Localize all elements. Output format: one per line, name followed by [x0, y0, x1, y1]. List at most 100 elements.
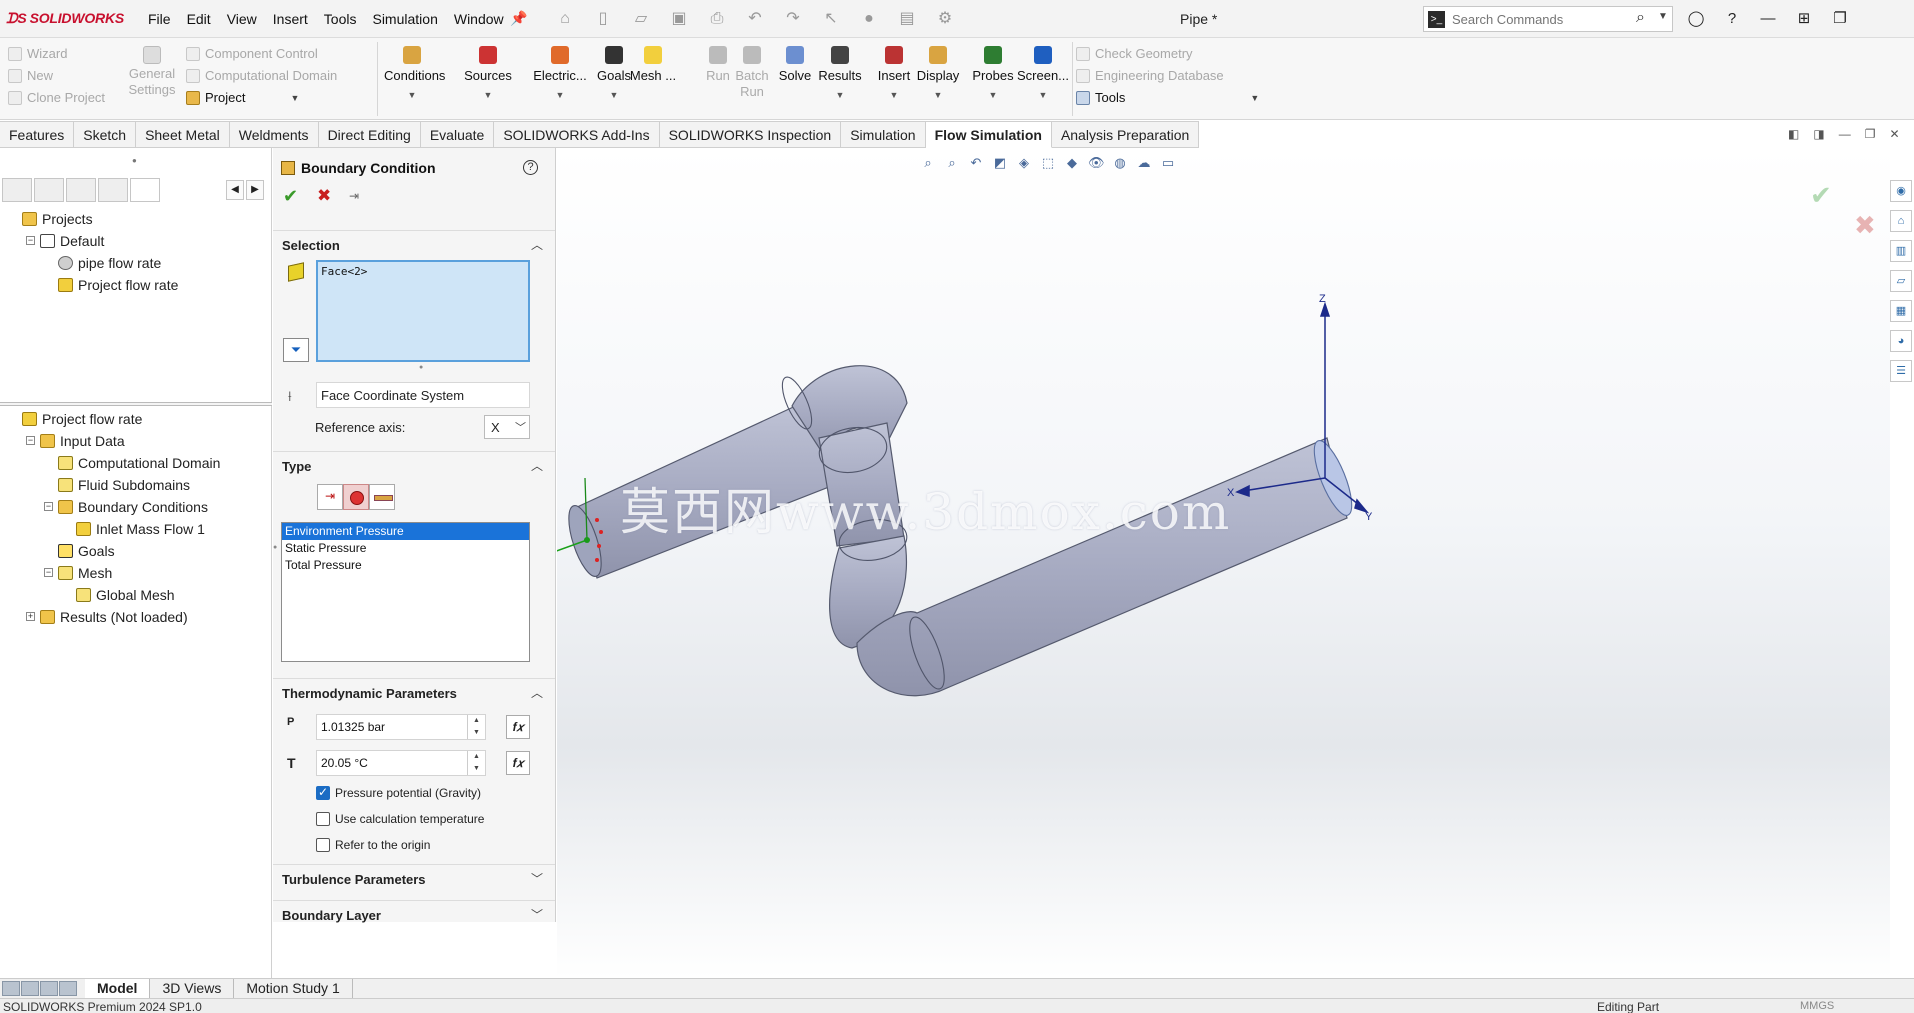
- minimize-icon[interactable]: —: [1757, 8, 1779, 30]
- checkbox-refer-to-the-origin[interactable]: [316, 838, 330, 852]
- undo-icon[interactable]: ↶: [740, 8, 770, 30]
- reference-axis-select[interactable]: X ﹀: [484, 415, 530, 439]
- collapse-icon[interactable]: −: [44, 502, 53, 511]
- pipe-model[interactable]: Z X Y: [557, 148, 1890, 978]
- turbulence-section-header[interactable]: Turbulence Parameters ﹀: [273, 864, 555, 890]
- tab-sketch[interactable]: Sketch: [74, 121, 137, 148]
- pin-icon[interactable]: ⇥: [349, 189, 359, 203]
- menu-pin-icon[interactable]: 📌: [510, 10, 527, 27]
- select-icon[interactable]: ↖: [816, 8, 846, 30]
- help-icon[interactable]: ?: [523, 160, 538, 175]
- tab-flow-simulation[interactable]: Flow Simulation: [925, 121, 1052, 148]
- tree-item-projects[interactable]: Projects: [0, 208, 272, 230]
- display-command[interactable]: Display ▼: [910, 46, 966, 100]
- collapse-icon[interactable]: −: [44, 568, 53, 577]
- selected-face-item[interactable]: Face<2>: [321, 265, 367, 278]
- pressure-function-button[interactable]: f𝑥: [506, 715, 530, 739]
- solidworks-logo[interactable]: ᗪS SOLIDWORKS: [6, 10, 124, 27]
- panel-resize-grip[interactable]: ●: [273, 544, 277, 551]
- dimxpert-tab-icon[interactable]: [98, 178, 128, 202]
- chevron-down-icon[interactable]: ▼: [384, 90, 440, 100]
- chevron-down-icon[interactable]: ▼: [910, 90, 966, 100]
- probes-command[interactable]: Probes ▼: [965, 46, 1021, 100]
- close-icon[interactable]: ✕: [1889, 127, 1899, 141]
- chevron-down-icon[interactable]: ▼: [1658, 11, 1668, 22]
- faces-selection-box[interactable]: Face<2>: [316, 260, 530, 362]
- open-icon[interactable]: ▱: [626, 8, 656, 30]
- tree-item-fluid-subdomains[interactable]: Fluid Subdomains: [0, 474, 272, 496]
- tab-sheet-metal[interactable]: Sheet Metal: [136, 121, 230, 148]
- solidworks-resources-icon[interactable]: ◉: [1890, 180, 1912, 202]
- tree-item-boundary-conditions[interactable]: − Boundary Conditions: [0, 496, 272, 518]
- pressure-input[interactable]: 1.01325 bar ▲ ▼: [316, 714, 486, 740]
- confirm-corner-cancel-icon[interactable]: ✖: [1854, 210, 1876, 241]
- first-tab-icon[interactable]: [2, 981, 20, 996]
- minimize-icon[interactable]: —: [1839, 127, 1851, 141]
- configuration-manager-tab-icon[interactable]: [66, 178, 96, 202]
- thermodynamic-section-header[interactable]: Thermodynamic Parameters ︿: [273, 678, 555, 704]
- section-view-icon[interactable]: ◩: [992, 155, 1008, 171]
- boundary-layer-section-header[interactable]: Boundary Layer ﹀: [273, 900, 555, 926]
- redo-icon[interactable]: ↷: [778, 8, 808, 30]
- wizard-button[interactable]: Wizard: [8, 46, 67, 61]
- save-icon[interactable]: ▣: [664, 8, 694, 30]
- spin-arrows-icon[interactable]: ▲ ▼: [467, 751, 485, 775]
- spin-arrows-icon[interactable]: ▲ ▼: [467, 715, 485, 739]
- new-document-icon[interactable]: ▯: [588, 8, 618, 30]
- mesh-command[interactable]: Mesh ...: [628, 46, 678, 84]
- tab-weldments[interactable]: Weldments: [229, 121, 319, 148]
- tab-solidworks-add-ins[interactable]: SOLIDWORKS Add-Ins: [494, 121, 660, 148]
- menu-insert[interactable]: Insert: [265, 11, 316, 27]
- wall-icon[interactable]: [369, 484, 395, 510]
- menu-file[interactable]: File: [140, 11, 179, 27]
- clone-project-button[interactable]: Clone Project: [8, 90, 105, 105]
- property-manager-tab-icon[interactable]: [34, 178, 64, 202]
- panel-left-icon[interactable]: ◧: [1788, 127, 1799, 141]
- conditions-command[interactable]: Conditions ▼: [384, 46, 445, 100]
- apply-scene-icon[interactable]: ☁: [1136, 155, 1152, 171]
- tab-analysis-preparation[interactable]: Analysis Preparation: [1051, 121, 1200, 148]
- bottom-tab-3d-views[interactable]: 3D Views: [150, 979, 235, 999]
- chevron-left-icon[interactable]: ◀: [226, 180, 244, 200]
- checkbox-row-refer-to-the-origin[interactable]: Refer to the origin: [316, 838, 430, 852]
- home-icon[interactable]: ⌂: [1890, 210, 1912, 232]
- chevron-down-icon[interactable]: ▼: [460, 90, 516, 100]
- tree-item-global-mesh[interactable]: Global Mesh: [0, 584, 272, 606]
- zoom-to-fit-icon[interactable]: ⌕: [920, 155, 936, 171]
- component-control-button[interactable]: Component Control: [186, 46, 318, 61]
- general-settings-button[interactable]: General Settings: [124, 46, 180, 98]
- tab-features[interactable]: Features: [0, 121, 75, 148]
- unit-system[interactable]: MMGS: [1800, 1000, 1834, 1012]
- collapse-icon[interactable]: −: [26, 436, 35, 445]
- panel-splitter[interactable]: [0, 402, 272, 406]
- menu-window[interactable]: Window: [446, 11, 512, 27]
- menu-edit[interactable]: Edit: [179, 11, 219, 27]
- computational-domain-button[interactable]: Computational Domain: [186, 68, 337, 83]
- last-tab-icon[interactable]: [59, 981, 77, 996]
- expand-icon[interactable]: +: [26, 612, 35, 621]
- electric-command[interactable]: Electric... ▼: [532, 46, 588, 100]
- ok-button[interactable]: ✔: [283, 186, 298, 207]
- view-settings-icon[interactable]: ▭: [1160, 155, 1176, 171]
- menu-simulation[interactable]: Simulation: [364, 11, 445, 27]
- tree-item-inlet-mass-flow-1[interactable]: Inlet Mass Flow 1: [0, 518, 272, 540]
- next-tab-icon[interactable]: [40, 981, 58, 996]
- temperature-input[interactable]: 20.05 °C ▲ ▼: [316, 750, 486, 776]
- type-section-header[interactable]: Type ︿: [273, 451, 555, 477]
- appearances-icon[interactable]: ◕: [1890, 330, 1912, 352]
- panel-right-icon[interactable]: ◨: [1813, 127, 1824, 141]
- tools-button[interactable]: Tools ▼: [1076, 90, 1259, 105]
- screen-command[interactable]: Screen... ▼: [1015, 46, 1071, 100]
- file-properties-icon[interactable]: ▤: [892, 8, 922, 30]
- cancel-button[interactable]: ✖: [317, 186, 331, 206]
- previous-view-icon[interactable]: ↶: [968, 155, 984, 171]
- results-command[interactable]: Results ▼: [812, 46, 868, 100]
- tree-item-project-flow-rate[interactable]: Project flow rate: [0, 274, 272, 296]
- tab-simulation[interactable]: Simulation: [841, 121, 926, 148]
- panel-grip[interactable]: ●: [132, 156, 137, 165]
- options-gear-icon[interactable]: ⚙: [930, 8, 960, 30]
- tree-item-results-not-loaded[interactable]: + Results (Not loaded): [0, 606, 272, 628]
- chevron-down-icon[interactable]: ▼: [586, 90, 642, 100]
- tree-item-default[interactable]: − Default: [0, 230, 272, 252]
- checkbox-pressure-potential-gravity[interactable]: [316, 785, 330, 800]
